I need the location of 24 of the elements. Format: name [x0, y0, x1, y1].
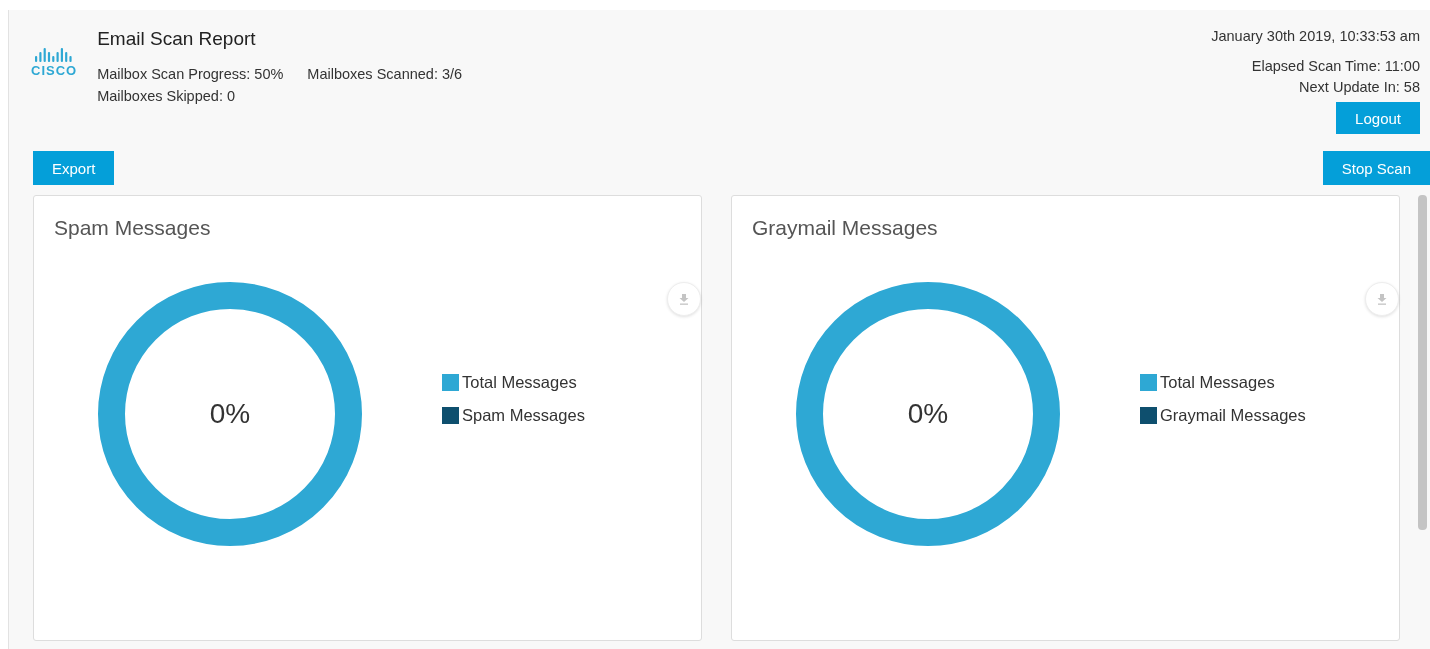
report-title: Email Scan Report	[97, 28, 257, 50]
legend-label: Total Messages	[1160, 373, 1275, 392]
logout-button[interactable]: Logout	[1336, 102, 1420, 134]
legend-label: Total Messages	[462, 373, 577, 392]
scan-stat: Mailboxes Scanned: 3/6	[307, 66, 463, 82]
logo-bars-icon	[35, 46, 74, 62]
export-button[interactable]: Export	[33, 151, 115, 185]
download-button[interactable]	[667, 282, 701, 316]
scan-stat: Mailboxes Skipped: 0	[97, 88, 235, 104]
percent-label: 0%	[906, 398, 950, 430]
timestamp: January 30th 2019, 10:33:53 am	[1211, 28, 1420, 44]
scan-stat: Mailbox Scan Progress: 50%	[97, 66, 284, 82]
next-update: Next Update In: 58	[1299, 79, 1420, 95]
legend-label: Graymail Messages	[1160, 406, 1306, 425]
card-title: Spam Messages	[54, 216, 212, 240]
download-icon	[1376, 293, 1388, 305]
legend-label: Spam Messages	[462, 406, 585, 425]
logo-text: CISCO	[31, 64, 78, 78]
stop-scan-button[interactable]: Stop Scan	[1322, 151, 1430, 185]
download-button[interactable]	[1365, 282, 1399, 316]
percent-label: 0%	[208, 398, 252, 430]
card-title: Graymail Messages	[752, 216, 939, 240]
elapsed-time: Elapsed Scan Time: 11:00	[1251, 58, 1420, 74]
download-icon	[678, 293, 690, 305]
